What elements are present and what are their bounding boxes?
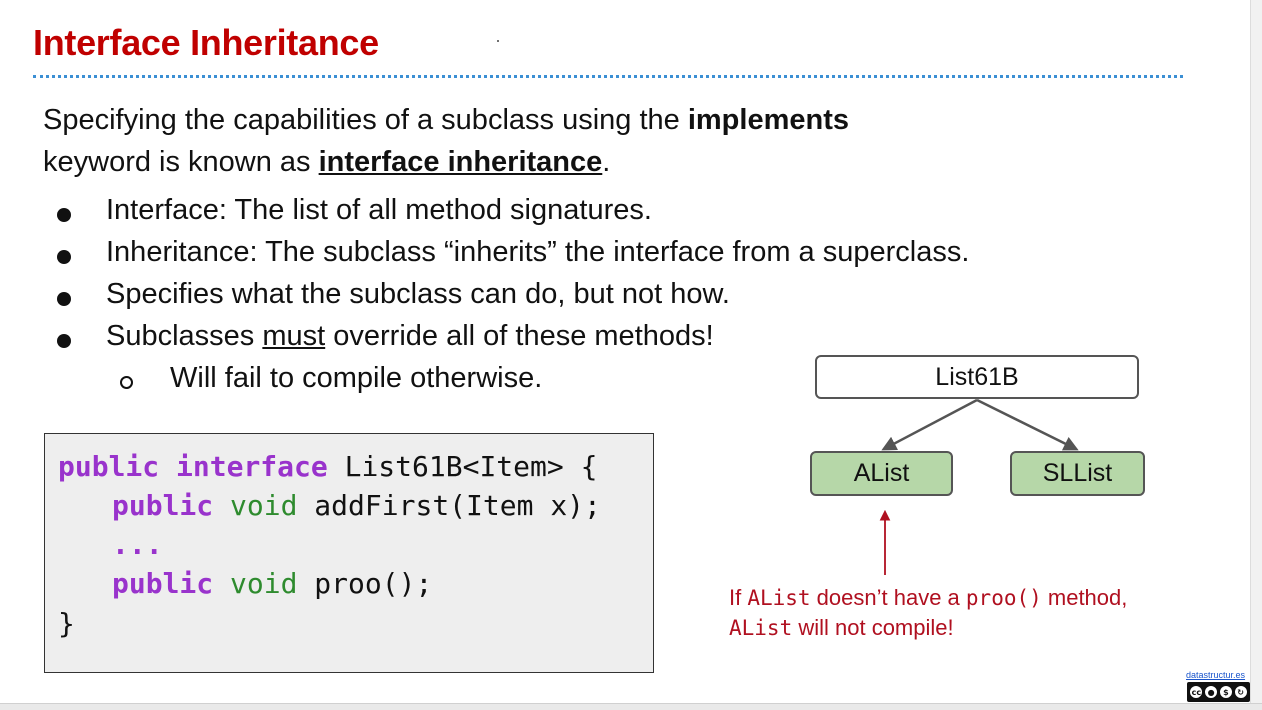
keyword-public: public bbox=[58, 450, 160, 483]
bullet-dot-icon bbox=[57, 334, 71, 348]
intro-line-1: Specifying the capabilities of a subclas… bbox=[43, 99, 943, 141]
note-text: will not compile! bbox=[792, 615, 954, 640]
sa-icon: ↻ bbox=[1233, 685, 1248, 699]
cc-icon: cc bbox=[1189, 685, 1204, 699]
code-text: List61B<Item> { bbox=[327, 450, 598, 483]
bullet-text: Interface: The list of all method signat… bbox=[106, 194, 652, 226]
bullet-text: Specifies what the subclass can do, but … bbox=[106, 278, 730, 310]
code-line-4: public void proo(); bbox=[112, 567, 432, 600]
code-ellipsis: ... bbox=[112, 528, 163, 561]
arrow-to-alist bbox=[881, 398, 978, 451]
cc-license-badge[interactable]: cc ● $ ↻ bbox=[1187, 682, 1250, 702]
note-text: If bbox=[729, 585, 748, 610]
keyword-public: public bbox=[112, 567, 214, 600]
node-list61b: List61B bbox=[815, 355, 1139, 399]
stray-dot bbox=[497, 40, 499, 42]
note-text: doesn’t have a bbox=[810, 585, 966, 610]
must-emphasis: must bbox=[262, 320, 326, 352]
bullet-text-part: override all of these methods! bbox=[325, 320, 714, 352]
note-text: method, bbox=[1041, 585, 1128, 610]
datastructures-link[interactable]: datastructur.es bbox=[1186, 670, 1245, 680]
node-sllist: SLList bbox=[1010, 451, 1145, 496]
keyword-public: public bbox=[112, 489, 214, 522]
intro-text: keyword is known as bbox=[43, 146, 319, 178]
bullet-dot-icon bbox=[57, 292, 71, 306]
bullet-dot-icon bbox=[57, 208, 71, 222]
code-line-1: public interface List61B<Item> { bbox=[58, 450, 597, 483]
bullet-text: Subclasses must override all of these me… bbox=[106, 320, 714, 353]
compile-note: If AList doesn’t have a proo() method, A… bbox=[729, 583, 1209, 643]
interface-inheritance-term: interface inheritance bbox=[318, 146, 603, 178]
nc-icon: $ bbox=[1218, 685, 1233, 699]
bullet-dot-icon bbox=[57, 250, 71, 264]
code-text: proo(); bbox=[297, 567, 433, 600]
note-code: AList bbox=[729, 616, 793, 640]
by-icon: ● bbox=[1204, 685, 1219, 699]
note-code: AList bbox=[747, 586, 811, 610]
keyword-interface: interface bbox=[176, 450, 328, 483]
intro-text: Specifying the capabilities of a subclas… bbox=[43, 104, 688, 136]
slide: Interface Inheritance Specifying the cap… bbox=[0, 0, 1250, 703]
title-divider bbox=[33, 75, 1183, 78]
intro-paragraph: Specifying the capabilities of a subclas… bbox=[43, 99, 943, 183]
bullet-text-part: Subclasses bbox=[106, 320, 263, 352]
intro-text: . bbox=[602, 146, 611, 178]
sub-bullet-text: Will fail to compile otherwise. bbox=[170, 362, 543, 394]
implements-keyword: implements bbox=[687, 104, 849, 136]
code-closing-brace: } bbox=[58, 607, 75, 640]
slide-title: Interface Inheritance bbox=[33, 22, 379, 63]
note-line-2: AList will not compile! bbox=[729, 613, 1209, 643]
intro-line-2: keyword is known as interface inheritanc… bbox=[43, 141, 943, 183]
code-block: public interface List61B<Item> { public … bbox=[44, 433, 654, 673]
code-line-2: public void addFirst(Item x); bbox=[112, 489, 601, 522]
viewer-scrollbar[interactable] bbox=[1250, 0, 1262, 709]
type-void: void bbox=[230, 489, 298, 522]
note-code: proo() bbox=[965, 586, 1042, 610]
hollow-bullet-icon bbox=[120, 376, 133, 389]
code-text: addFirst(Item x); bbox=[297, 489, 601, 522]
arrow-to-sllist bbox=[976, 398, 1079, 451]
note-line-1: If AList doesn’t have a proo() method, bbox=[729, 583, 1209, 613]
node-alist: AList bbox=[810, 451, 953, 496]
bullet-text: Inheritance: The subclass “inherits” the… bbox=[106, 236, 970, 268]
type-void: void bbox=[230, 567, 298, 600]
